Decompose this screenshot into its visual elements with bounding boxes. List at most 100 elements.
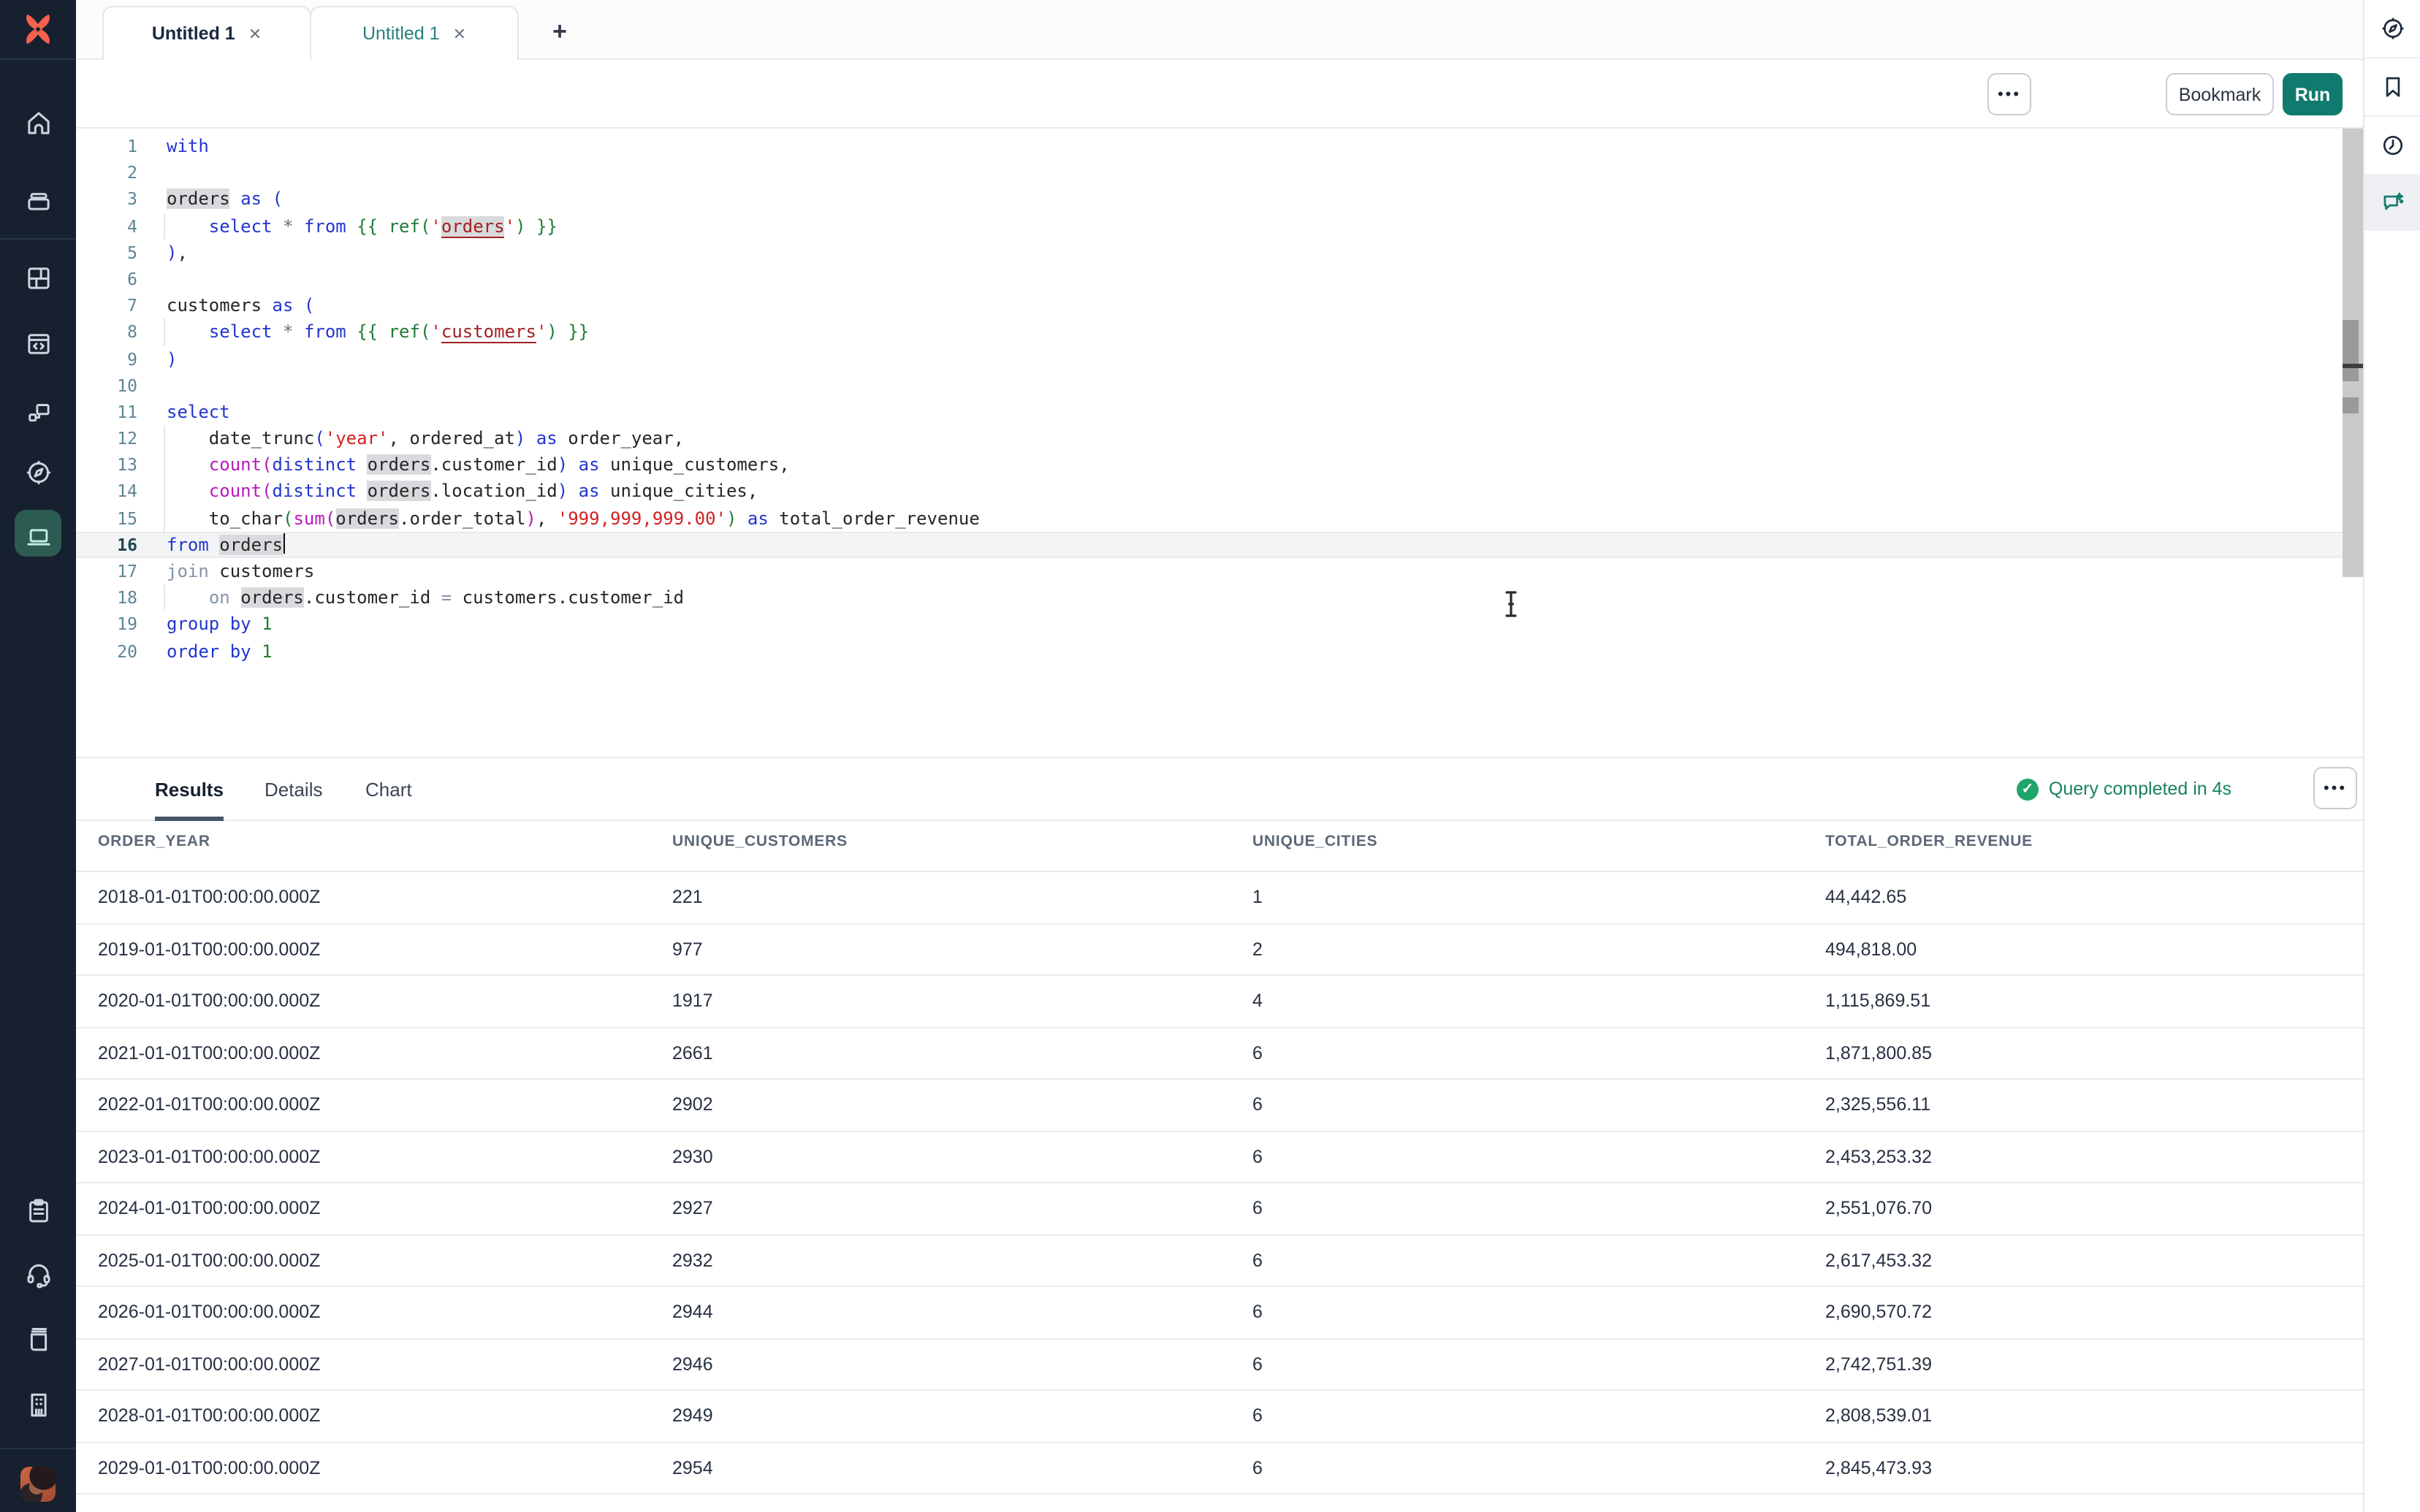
bookmark-button[interactable]: Bookmark xyxy=(2166,73,2274,115)
query-status: ✓ Query completed in 4s xyxy=(2017,758,2231,820)
sidebar-item-windows[interactable] xyxy=(0,383,76,441)
code-line[interactable]: 2 xyxy=(76,159,2363,186)
line-number: 15 xyxy=(76,505,137,531)
sidebar-item-building[interactable] xyxy=(0,1375,76,1433)
table-row[interactable]: 2025-01-01T00:00:00.000Z293262,617,453.3… xyxy=(76,1235,2363,1287)
results-tab-chart[interactable]: Chart xyxy=(365,758,412,820)
code-line[interactable]: 20order by 1 xyxy=(76,638,2363,664)
code-line[interactable]: 17join customers xyxy=(76,558,2363,584)
sidebar-item-inbox-tray[interactable] xyxy=(0,169,76,228)
document-tab[interactable]: Untitled 1✕ xyxy=(102,6,311,60)
table-row[interactable]: 2023-01-01T00:00:00.000Z293062,453,253.3… xyxy=(76,1131,2363,1183)
line-number: 2 xyxy=(76,159,137,186)
column-header[interactable]: TOTAL_ORDER_REVENUE xyxy=(1803,833,2363,871)
code-text: with xyxy=(167,133,209,159)
rail-item-bookmark[interactable] xyxy=(2364,58,2420,117)
results-more-button[interactable]: ••• xyxy=(2313,767,2357,809)
more-options-button[interactable]: ••• xyxy=(1987,73,2031,115)
rail-item-history-clock[interactable] xyxy=(2364,117,2420,175)
code-line[interactable]: 9) xyxy=(76,345,2363,372)
code-line[interactable]: 13 count(distinct orders.customer_id) as… xyxy=(76,452,2363,478)
rail-item-ai-chat[interactable] xyxy=(2364,175,2420,231)
table-cell: 2,808,539.01 xyxy=(1803,1391,2363,1441)
code-line[interactable]: 10 xyxy=(76,372,2363,398)
code-text: select * from {{ ref('orders') }} xyxy=(167,213,558,239)
close-tab-icon[interactable]: ✕ xyxy=(248,24,262,43)
table-row[interactable]: 2027-01-01T00:00:00.000Z294662,742,751.3… xyxy=(76,1339,2363,1391)
table-header-row: ORDER_YEAR UNIQUE_CUSTOMERS UNIQUE_CITIE… xyxy=(76,833,2363,872)
table-row[interactable]: 2024-01-01T00:00:00.000Z292762,551,076.7… xyxy=(76,1183,2363,1235)
page-scrollbar[interactable] xyxy=(2343,129,2363,577)
document-tab[interactable]: Untitled 1✕ xyxy=(310,6,519,60)
column-header[interactable]: UNIQUE_CITIES xyxy=(1230,833,1803,871)
table-cell: 6 xyxy=(1230,1080,1803,1130)
code-line[interactable]: 18 on orders.customer_id = customers.cus… xyxy=(76,584,2363,611)
sidebar-item-compass[interactable] xyxy=(0,443,76,501)
table-row[interactable]: 2028-01-01T00:00:00.000Z294962,808,539.0… xyxy=(76,1391,2363,1443)
table-cell: 2018-01-01T00:00:00.000Z xyxy=(76,872,650,923)
sidebar-item-code-window[interactable] xyxy=(0,314,76,373)
table-cell: 1 xyxy=(1230,872,1803,923)
code-line[interactable]: 6 xyxy=(76,266,2363,292)
sidebar-item-headset[interactable] xyxy=(0,1245,76,1303)
code-text: ) xyxy=(167,345,177,372)
laptop-icon xyxy=(23,521,53,551)
code-line[interactable]: 1 with xyxy=(76,133,2363,159)
table-row[interactable]: 2020-01-01T00:00:00.000Z191741,115,869.5… xyxy=(76,976,2363,1028)
table-row[interactable]: 2029-01-01T00:00:00.000Z295462,845,473.9… xyxy=(76,1443,2363,1494)
table-row[interactable]: 2021-01-01T00:00:00.000Z266161,871,800.8… xyxy=(76,1028,2363,1080)
compass-icon xyxy=(2378,15,2406,42)
table-row[interactable]: 2018-01-01T00:00:00.000Z221144,442.65 xyxy=(76,872,2363,924)
code-line[interactable]: 7customers as ( xyxy=(76,292,2363,318)
table-row[interactable]: 2026-01-01T00:00:00.000Z294462,690,570.7… xyxy=(76,1287,2363,1339)
code-line[interactable]: 5), xyxy=(76,240,2363,266)
table-cell: 2,845,473.93 xyxy=(1803,1443,2363,1493)
sidebar-item-book[interactable] xyxy=(0,1309,76,1367)
sidebar-item-clipboard[interactable] xyxy=(0,1180,76,1239)
run-button[interactable]: Run xyxy=(2283,73,2343,115)
new-tab-button[interactable]: + xyxy=(541,13,579,51)
user-avatar[interactable] xyxy=(20,1467,56,1502)
line-number: 11 xyxy=(76,399,137,425)
table-cell: 2902 xyxy=(650,1080,1230,1130)
hex-logo[interactable] xyxy=(0,0,76,60)
table-cell: 6 xyxy=(1230,1494,1803,1512)
cell-toolbar: ••• Bookmark Run xyxy=(76,60,2363,129)
scrollbar-thumb[interactable] xyxy=(2343,320,2359,381)
results-tab-details[interactable]: Details xyxy=(265,758,323,820)
table-cell: 6 xyxy=(1230,1443,1803,1493)
table-row[interactable]: 2019-01-01T00:00:00.000Z9772494,818.00 xyxy=(76,924,2363,976)
line-number: 16 xyxy=(76,532,137,558)
table-cell: 6 xyxy=(1230,1131,1803,1182)
line-number: 7 xyxy=(76,292,137,318)
code-line[interactable]: 11select xyxy=(76,399,2363,425)
table-row[interactable]: 2030-01-01T00:00:00.000Z287961,841,049.3… xyxy=(76,1494,2363,1512)
rail-item-compass[interactable] xyxy=(2364,0,2420,58)
code-line[interactable]: 4 select * from {{ ref('orders') }} xyxy=(76,213,2363,239)
code-line[interactable]: 16from orders xyxy=(76,532,2363,558)
code-line[interactable]: 12 date_trunc('year', ordered_at) as ord… xyxy=(76,425,2363,451)
results-tab-results[interactable]: Results xyxy=(155,758,224,820)
sidebar-item-home[interactable] xyxy=(0,93,76,152)
line-number: 1 xyxy=(76,133,137,159)
code-line[interactable]: 8 select * from {{ ref('customers') }} xyxy=(76,319,2363,345)
code-text: to_char(sum(orders.order_total), '999,99… xyxy=(167,505,980,531)
code-line[interactable]: 15 to_char(sum(orders.order_total), '999… xyxy=(76,505,2363,531)
line-number: 18 xyxy=(76,584,137,611)
table-cell: 2930 xyxy=(650,1131,1230,1182)
code-line[interactable]: 3orders as ( xyxy=(76,186,2363,213)
column-header[interactable]: UNIQUE_CUSTOMERS xyxy=(650,833,1230,871)
line-number: 8 xyxy=(76,319,137,345)
table-cell: 4 xyxy=(1230,976,1803,1026)
sidebar-item-grid-layout[interactable] xyxy=(0,248,76,307)
table-cell: 2946 xyxy=(650,1339,1230,1389)
code-line[interactable]: 14 count(distinct orders.location_id) as… xyxy=(76,478,2363,505)
home-icon xyxy=(23,107,53,138)
sidebar-item-laptop[interactable] xyxy=(0,507,76,565)
sql-editor[interactable]: 1 with 23orders as (4 select * from {{ ref… xyxy=(76,129,2363,758)
table-row[interactable]: 2022-01-01T00:00:00.000Z290262,325,556.1… xyxy=(76,1080,2363,1131)
code-line[interactable]: 19group by 1 xyxy=(76,611,2363,638)
column-header[interactable]: ORDER_YEAR xyxy=(76,833,650,871)
table-cell: 1,871,800.85 xyxy=(1803,1028,2363,1078)
close-tab-icon[interactable]: ✕ xyxy=(453,24,466,43)
